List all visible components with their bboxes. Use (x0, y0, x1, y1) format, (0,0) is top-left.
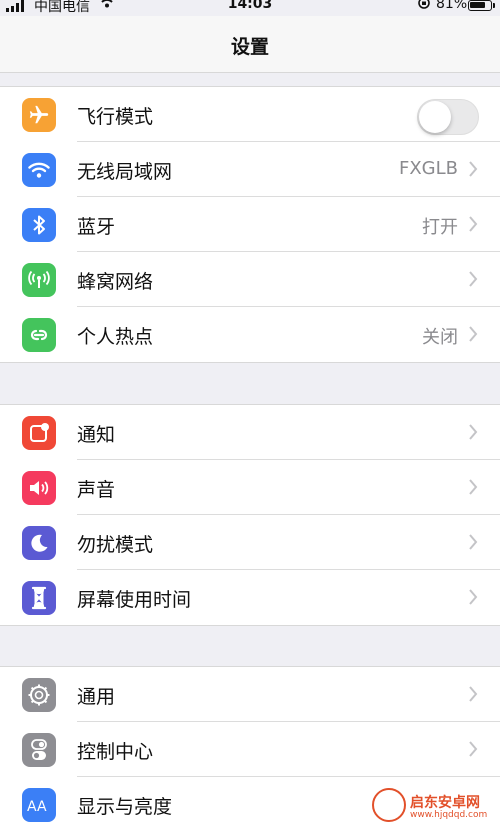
settings-row-label: 无线局域网 (77, 161, 173, 183)
hotspot-status: 关闭 (422, 327, 458, 348)
settings-group-notifications: 通知 声音 勿扰模式 屏幕使用时间 (0, 404, 500, 626)
notifications-icon (22, 416, 56, 450)
page-title: 设置 (230, 36, 269, 58)
watermark-url: www.hjqdqd.com (410, 810, 488, 820)
settings-row-label: 显示与亮度 (77, 796, 173, 818)
chevron-right-icon (469, 479, 478, 495)
chevron-right-icon (469, 424, 478, 440)
airplane-icon (22, 98, 56, 132)
chevron-right-icon (469, 741, 478, 757)
battery-cap (493, 3, 495, 8)
svg-text:AA: AA (27, 799, 47, 814)
hotspot-icon (22, 318, 56, 352)
chevron-right-icon (469, 534, 478, 550)
settings-row-notifications[interactable]: 通知 (0, 405, 500, 460)
watermark-text: 启东安卓网 (410, 795, 480, 811)
cellular-icon (22, 263, 56, 297)
settings-row-label: 声音 (77, 479, 116, 501)
airplane-mode-toggle[interactable] (417, 99, 479, 135)
moon-icon (22, 526, 56, 560)
settings-row-label: 勿扰模式 (77, 534, 154, 556)
chevron-right-icon (469, 216, 478, 232)
chevron-right-icon (469, 271, 478, 287)
toggle-knob (419, 101, 451, 133)
chevron-right-icon (469, 589, 478, 605)
bluetooth-icon (22, 208, 56, 242)
battery-percentage: 81% (436, 0, 468, 12)
settings-row-label: 屏幕使用时间 (77, 589, 192, 611)
battery-icon (468, 0, 492, 11)
bluetooth-status: 打开 (422, 217, 458, 238)
settings-row-general[interactable]: 通用 (0, 667, 500, 722)
rotation-lock-icon (418, 0, 430, 9)
chevron-right-icon (469, 686, 478, 702)
settings-row-cellular[interactable]: 蜂窝网络 (0, 252, 500, 307)
settings-row-label: 通知 (77, 424, 116, 446)
chevron-right-icon (469, 161, 478, 177)
settings-row-label: 通用 (77, 686, 116, 708)
settings-row-airplane-mode[interactable]: 飞行模式 (0, 87, 500, 142)
settings-row-label: 控制中心 (77, 741, 154, 763)
settings-row-wifi[interactable]: 无线局域网 FXGLB (0, 142, 500, 197)
chevron-right-icon (469, 326, 478, 342)
sound-icon (22, 471, 56, 505)
settings-row-bluetooth[interactable]: 蓝牙 打开 (0, 197, 500, 252)
settings-row-label: 个人热点 (77, 326, 154, 348)
settings-row-personal-hotspot[interactable]: 个人热点 关闭 (0, 307, 500, 362)
watermark: 启东安卓网 www.hjqdqd.com (372, 788, 500, 828)
wifi-icon (22, 153, 56, 187)
settings-row-sounds[interactable]: 声音 (0, 460, 500, 515)
watermark-logo-icon (372, 788, 406, 822)
switches-icon (22, 733, 56, 767)
display-icon: AA (22, 788, 56, 822)
battery-fill (470, 2, 486, 8)
wifi-network-name: FXGLB (398, 158, 458, 179)
settings-row-do-not-disturb[interactable]: 勿扰模式 (0, 515, 500, 570)
settings-row-label: 蓝牙 (77, 216, 116, 238)
settings-group-connectivity: 飞行模式 无线局域网 FXGLB 蓝牙 打开 蜂窝网络 个人热点 关闭 (0, 86, 500, 363)
navigation-bar: 设置 (0, 16, 500, 73)
settings-row-screen-time[interactable]: 屏幕使用时间 (0, 570, 500, 625)
settings-row-label: 飞行模式 (77, 106, 154, 128)
settings-row-label: 蜂窝网络 (77, 271, 154, 293)
gear-icon (22, 678, 56, 712)
hourglass-icon (22, 581, 56, 615)
settings-row-control-center[interactable]: 控制中心 (0, 722, 500, 777)
